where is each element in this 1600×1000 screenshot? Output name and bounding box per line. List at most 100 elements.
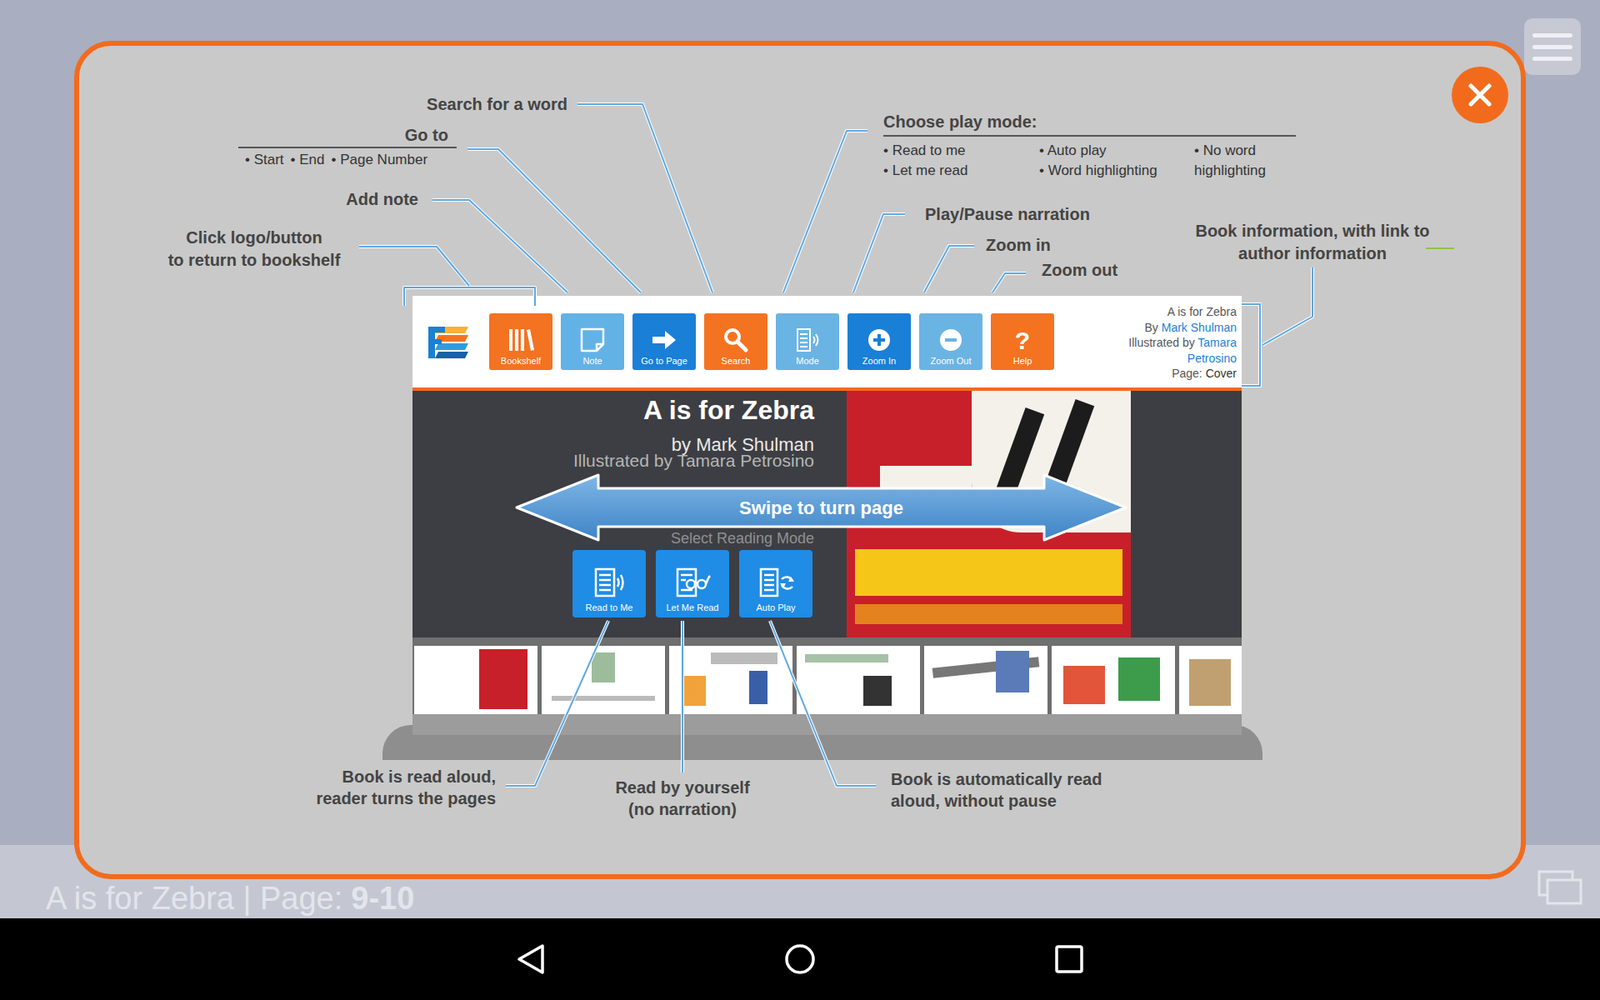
button-label: Mode [795,355,820,367]
auto-play-note: Book is automatically read aloud, withou… [890,768,1102,812]
help-button[interactable]: ? Help [990,313,1055,370]
help-glyph: ? [1015,326,1030,355]
add-note-callout: Add note [345,189,419,210]
thumbnail[interactable] [541,645,665,715]
search-callout: Search for a word [426,94,568,115]
thumbnail[interactable] [1051,645,1175,715]
let-me-read-note: Read by yourself (no narration) [574,776,791,820]
bookshelf-callout: Click logo/button to return to bookshelf [137,226,371,272]
close-icon [1467,82,1493,108]
book-info: A is for Zebra By Mark Shulman Illustrat… [1103,304,1237,382]
zoom-in-callout: Zoom in [985,235,1051,255]
home-icon[interactable] [783,942,817,976]
go-to-callout: Go to • Start • End • Page Number [238,125,457,170]
note-line: reader turns the pages [315,787,496,810]
play-mode-option: • Word highlighting [1039,160,1195,181]
status-page: 9-10 [350,880,415,916]
menu-button[interactable] [1524,18,1581,75]
callout-line: Book information, with link to [1183,220,1442,243]
glasses-icon [674,565,711,600]
recents-icon[interactable] [1052,942,1086,976]
thumbnail[interactable] [414,645,538,715]
thumbnail[interactable] [796,645,920,715]
magnifier-icon [721,326,750,354]
bookshelf-icon [506,326,535,354]
windows-icon[interactable] [1537,870,1585,907]
button-label: Bookshelf [500,355,541,367]
play-mode-title: Choose play mode: [883,111,1296,137]
play-mode-callout: Choose play mode: • Read to me • Let me … [883,111,1296,181]
mode-label: Read to Me [585,602,634,614]
logo-icon[interactable] [426,323,472,360]
let-me-read-button[interactable]: Let Me Read [655,550,730,618]
swipe-hint: Swipe to turn page [598,488,1045,527]
zoom-in-icon [865,326,894,354]
note-line: aloud, without pause [890,790,1102,812]
narration-icon [590,565,628,600]
note-line: Read by yourself [574,776,791,799]
zoom-out-button[interactable]: Zoom Out [919,313,983,370]
arrow-right-icon [650,326,679,354]
note-icon [578,326,607,354]
book-info-callout: Book information, with link to author in… [1183,220,1442,265]
page-value: Cover [1205,366,1237,380]
bookshelf-button[interactable]: Bookshelf [489,313,553,370]
by-label: By [1145,320,1162,335]
go-to-title: Go to [238,125,457,149]
note-line: Book is automatically read [890,768,1102,790]
go-to-option: • End [290,150,325,170]
button-label: Zoom In [862,355,896,367]
button-label: Help [1013,355,1033,367]
note-button[interactable]: Note [560,313,625,370]
mode-button[interactable]: Mode [775,313,840,370]
zoom-in-button[interactable]: Zoom In [847,313,911,370]
toolbar: Bookshelf Note Go to Page Search Mode [412,295,1242,388]
screen: A is for Zebra | Page: 9-10 [0,0,1600,1000]
mode-label: Auto Play [755,602,795,614]
select-mode-label: Select Reading Mode [670,530,815,547]
thumbnail[interactable] [924,645,1048,715]
status-title: A is for Zebra | Page: [45,880,343,916]
close-button[interactable] [1451,66,1509,124]
illustrator-line: Illustrated by Tamara Petrosino [573,450,815,471]
read-to-me-button[interactable]: Read to Me [572,550,646,618]
auto-play-icon [757,565,795,600]
callout-line: author information [1183,242,1442,265]
play-pause-callout: Play/Pause narration [925,204,1090,225]
go-to-page-button[interactable]: Go to Page [632,313,696,370]
play-mode-option: • Read to me [883,140,1040,161]
auto-play-button[interactable]: Auto Play [739,550,813,618]
play-mode-option: • No word highlighting [1194,140,1296,181]
go-to-option: • Start [245,150,285,170]
illustrated-label: Illustrated by [1128,335,1198,350]
callout-line: Click logo/button [137,226,371,250]
button-label: Zoom Out [930,355,972,367]
nav-bar [0,918,1600,1000]
note-line: (no narration) [574,798,791,820]
leader-lines [0,0,1600,1000]
play-mode-option: • Let me read [883,160,1040,181]
back-icon[interactable] [514,942,548,976]
app-preview: Bookshelf Note Go to Page Search Mode [412,295,1242,735]
mode-label: Let Me Read [666,602,720,614]
zoom-out-callout: Zoom out [1041,260,1118,280]
page-label: Page: [1171,366,1205,380]
go-to-option: • Page Number [331,150,429,170]
button-label: Search [721,355,751,367]
button-label: Note [582,355,602,367]
thumbnail[interactable] [1179,645,1242,715]
narration-icon [793,326,822,354]
book-info-title: A is for Zebra [1103,304,1237,320]
read-to-me-note: Book is read aloud, reader turns the pag… [315,765,496,810]
thumbnail[interactable] [669,645,793,715]
note-line: Book is read aloud, [315,765,496,788]
book-title: A is for Zebra [643,394,815,426]
book-page[interactable]: A is for Zebra by Mark Shulman Illustrat… [412,390,1242,638]
zoom-out-icon [936,326,965,354]
play-mode-option: • Auto play [1039,140,1195,161]
button-label: Go to Page [640,355,688,367]
callout-line: to return to bookshelf [137,249,371,272]
author-link[interactable]: Mark Shulman [1161,320,1237,335]
thumbnail-strip [412,637,1242,715]
search-button[interactable]: Search [704,313,768,370]
